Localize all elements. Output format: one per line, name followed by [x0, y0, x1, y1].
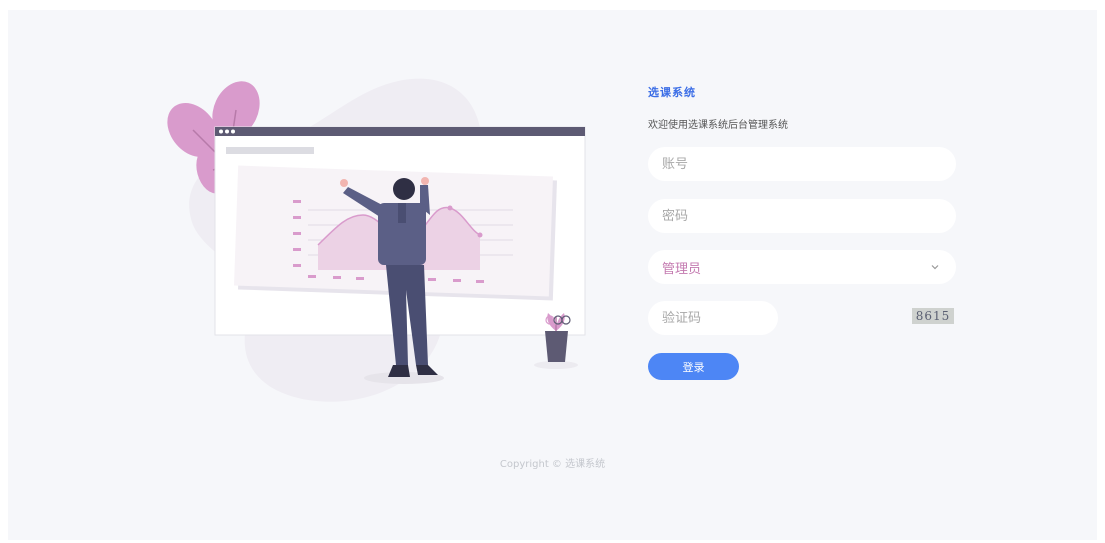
chevron-down-icon	[928, 260, 942, 274]
password-input[interactable]	[648, 199, 956, 233]
app-title: 选课系统	[648, 86, 696, 99]
app-subtitle: 欢迎使用选课系统后台管理系统	[648, 120, 788, 131]
role-select[interactable]: 管理员	[648, 250, 956, 284]
role-select-value: 管理员	[662, 261, 702, 277]
dashboard-illustration	[167, 78, 586, 402]
account-input[interactable]	[648, 147, 956, 181]
copyright-footer: Copyright © 选课系统	[499, 459, 606, 470]
captcha-input[interactable]	[648, 301, 778, 335]
captcha-image[interactable]: 8615	[912, 308, 954, 324]
login-button[interactable]: 登录	[648, 353, 739, 380]
captcha-text: 8615	[915, 309, 951, 323]
